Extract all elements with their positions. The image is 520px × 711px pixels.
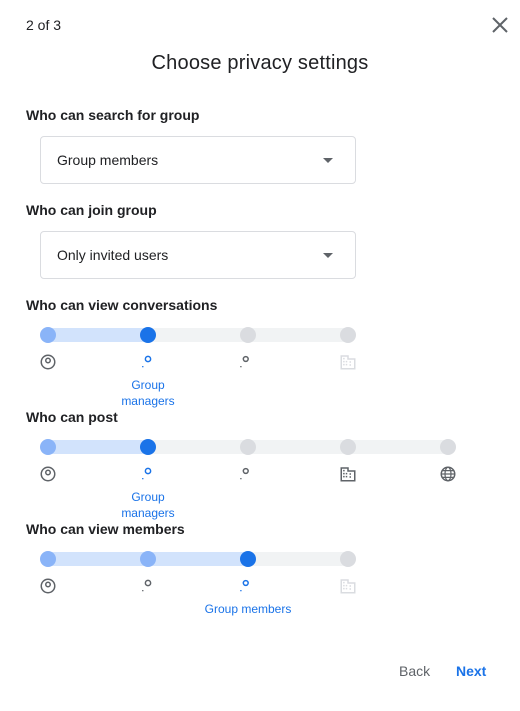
slider-stop[interactable] <box>140 439 156 455</box>
slider-stop[interactable] <box>40 439 56 455</box>
building-icon <box>340 579 356 594</box>
building-icon <box>340 467 356 482</box>
person-icon <box>142 467 152 480</box>
search-select[interactable]: Group members <box>40 136 356 184</box>
slider-stop[interactable] <box>240 327 256 343</box>
slider-fill <box>41 440 155 454</box>
step-indicator: 2 of 3 <box>26 17 62 33</box>
globe-icon <box>440 466 456 482</box>
conversations-label: Who can view conversations <box>26 297 218 313</box>
person-circle-icon <box>40 466 56 482</box>
slider-fill <box>41 328 155 342</box>
post-slider[interactable]: Group managers <box>0 434 520 524</box>
person-circle-icon <box>40 578 56 594</box>
slider-caption: Group managers <box>121 490 175 520</box>
slider-stop[interactable] <box>140 551 156 567</box>
back-button[interactable]: Back <box>399 663 430 679</box>
search-label: Who can search for group <box>26 107 200 123</box>
slider-stop[interactable] <box>140 327 156 343</box>
person-circle-icon <box>40 354 56 370</box>
building-icon <box>340 355 356 370</box>
people-icon <box>240 579 249 592</box>
slider-stop[interactable] <box>340 439 356 455</box>
people-icon <box>240 355 249 368</box>
conversations-slider[interactable]: Group managers <box>0 322 520 412</box>
members-label: Who can view members <box>26 521 185 537</box>
join-select-value: Only invited users <box>57 247 169 263</box>
slider-stop[interactable] <box>340 551 356 567</box>
next-button[interactable]: Next <box>456 663 486 679</box>
search-select-value: Group members <box>57 152 159 168</box>
page-title: Choose privacy settings <box>151 52 369 74</box>
slider-stop[interactable] <box>40 327 56 343</box>
slider-stop[interactable] <box>40 551 56 567</box>
join-label: Who can join group <box>26 202 157 218</box>
people-icon <box>240 467 249 480</box>
slider-caption: Group members <box>204 602 292 616</box>
slider-stop[interactable] <box>240 439 256 455</box>
slider-stop[interactable] <box>240 551 256 567</box>
slider-stop[interactable] <box>440 439 456 455</box>
slider-stop[interactable] <box>340 327 356 343</box>
post-label: Who can post <box>26 409 118 425</box>
dropdown-arrow-icon <box>323 253 333 258</box>
dropdown-arrow-icon <box>323 158 333 163</box>
person-icon <box>142 579 152 592</box>
close-icon[interactable] <box>490 15 510 35</box>
person-icon <box>142 355 152 368</box>
members-slider[interactable]: Group members <box>0 546 520 636</box>
slider-caption: Group managers <box>121 378 175 408</box>
join-select[interactable]: Only invited users <box>40 231 356 279</box>
